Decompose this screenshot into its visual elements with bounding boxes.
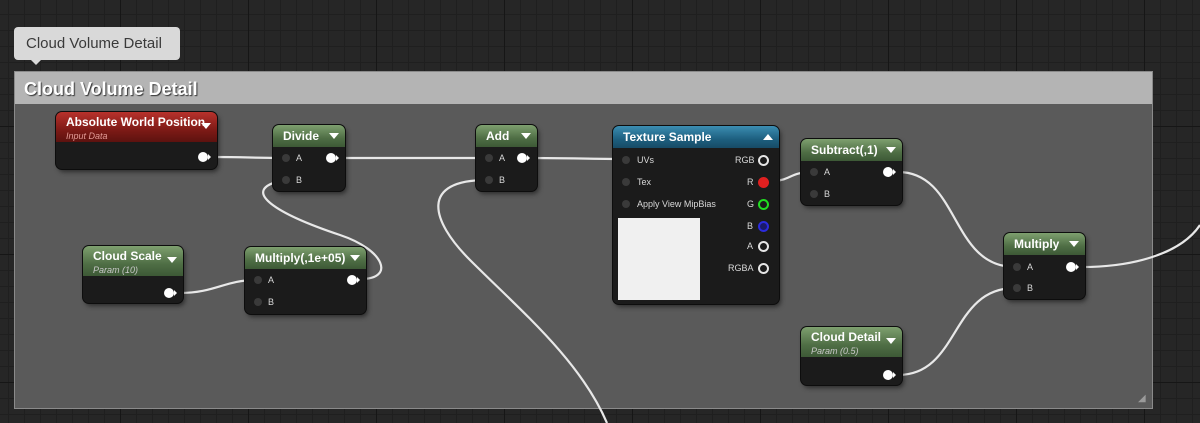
pin-label-a: A — [268, 275, 275, 285]
node-header[interactable]: Texture Sample — [613, 126, 779, 148]
pin-label-b: B — [1027, 283, 1034, 293]
node-header[interactable]: Cloud Detail Param (0.5) — [801, 327, 902, 357]
pin-label-a: A — [1027, 262, 1034, 272]
pin-label-a: A — [296, 153, 303, 163]
output-pin[interactable] — [883, 167, 896, 177]
output-pin-b[interactable] — [758, 221, 769, 232]
output-pin[interactable] — [517, 153, 530, 163]
input-pin-b[interactable] — [254, 298, 262, 306]
input-pin-b[interactable] — [485, 176, 493, 184]
input-pin-b[interactable] — [810, 190, 818, 198]
pin-label-b: B — [747, 221, 754, 231]
comment-title[interactable]: Cloud Volume Detail — [15, 72, 1152, 104]
output-pin-rgb[interactable] — [758, 155, 769, 166]
texture-preview-image — [618, 218, 700, 300]
resize-grip-icon[interactable]: ◢ — [1138, 394, 1148, 404]
input-pin-a[interactable] — [282, 154, 290, 162]
output-pin[interactable] — [164, 288, 177, 298]
node-divide[interactable]: Divide A B — [273, 125, 345, 191]
input-pin-a[interactable] — [254, 276, 262, 284]
node-subtract[interactable]: Subtract(,1) A B — [801, 139, 902, 205]
input-pin-b[interactable] — [282, 176, 290, 184]
node-title: Cloud Detail — [811, 330, 882, 344]
node-header[interactable]: Absolute World Position Input Data — [56, 112, 217, 142]
input-pin-a[interactable] — [1013, 263, 1021, 271]
pin-label-apply-view-mipbias: Apply View MipBias — [637, 199, 716, 209]
pin-label-b: B — [499, 175, 506, 185]
output-pin-r[interactable] — [758, 177, 769, 188]
node-header[interactable]: Add — [476, 125, 537, 147]
node-title: Cloud Scale — [93, 249, 162, 263]
collapse-arrow-icon[interactable] — [886, 147, 896, 153]
pin-label-rgb: RGB — [735, 155, 755, 165]
comment-tooltip-tab: Cloud Volume Detail — [14, 27, 180, 60]
output-pin[interactable] — [1066, 262, 1079, 272]
input-pin-tex[interactable] — [622, 178, 630, 186]
node-title: Add — [486, 129, 510, 143]
node-add[interactable]: Add A B — [476, 125, 537, 191]
output-pin-a[interactable] — [758, 241, 769, 252]
input-pin-uvs[interactable] — [622, 156, 630, 164]
input-pin-a[interactable] — [485, 154, 493, 162]
node-cloud-scale[interactable]: Cloud Scale Param (10) — [83, 246, 183, 303]
collapse-arrow-icon[interactable] — [167, 257, 177, 263]
pin-label-a: A — [824, 167, 831, 177]
node-multiply[interactable]: Multiply A B — [1004, 233, 1085, 299]
node-subtitle: Input Data — [66, 131, 108, 141]
node-header[interactable]: Cloud Scale Param (10) — [83, 246, 183, 276]
pin-label-a: A — [499, 153, 506, 163]
node-title: Texture Sample — [623, 130, 712, 144]
collapse-arrow-icon[interactable] — [886, 338, 896, 344]
pin-label-rgba: RGBA — [728, 263, 754, 273]
node-multiply-1e05[interactable]: Multiply(,1e+05) A B — [245, 247, 366, 314]
pin-label-b: B — [268, 297, 275, 307]
input-pin-b[interactable] — [1013, 284, 1021, 292]
pin-label-b: B — [296, 175, 303, 185]
output-pin[interactable] — [326, 153, 339, 163]
collapse-arrow-icon[interactable] — [521, 133, 531, 139]
collapse-arrow-icon[interactable] — [763, 134, 773, 140]
output-pin-rgba[interactable] — [758, 263, 769, 274]
output-pin[interactable] — [883, 370, 896, 380]
node-subtitle: Param (10) — [93, 265, 139, 275]
node-title: Absolute World Position — [66, 115, 206, 129]
pin-label-g: G — [747, 199, 755, 209]
pin-label-r: R — [747, 177, 754, 187]
node-title: Multiply(,1e+05) — [255, 251, 346, 265]
node-absolute-world-position[interactable]: Absolute World Position Input Data — [56, 112, 217, 169]
node-texture-sample[interactable]: Texture Sample UVs Tex Apply View MipBia… — [613, 126, 779, 304]
node-header[interactable]: Multiply — [1004, 233, 1085, 255]
collapse-arrow-icon[interactable] — [350, 255, 360, 261]
pin-label-tex: Tex — [637, 177, 652, 187]
node-subtitle: Param (0.5) — [811, 346, 859, 356]
node-header[interactable]: Multiply(,1e+05) — [245, 247, 366, 269]
collapse-arrow-icon[interactable] — [329, 133, 339, 139]
input-pin-a[interactable] — [810, 168, 818, 176]
node-title: Multiply — [1014, 237, 1060, 251]
input-pin-apply-view-mipbias[interactable] — [622, 200, 630, 208]
collapse-arrow-icon[interactable] — [201, 123, 211, 129]
node-header[interactable]: Subtract(,1) — [801, 139, 902, 161]
output-pin[interactable] — [347, 275, 360, 285]
collapse-arrow-icon[interactable] — [1069, 241, 1079, 247]
node-title: Divide — [283, 129, 320, 143]
pin-label-uvs: UVs — [637, 155, 655, 165]
node-cloud-detail[interactable]: Cloud Detail Param (0.5) — [801, 327, 902, 385]
node-header[interactable]: Divide — [273, 125, 345, 147]
pin-label-a: A — [747, 241, 754, 251]
output-pin-g[interactable] — [758, 199, 769, 210]
tooltip-pointer — [30, 59, 42, 65]
node-title: Subtract(,1) — [811, 143, 878, 157]
output-pin[interactable] — [198, 152, 211, 162]
pin-label-b: B — [824, 189, 831, 199]
